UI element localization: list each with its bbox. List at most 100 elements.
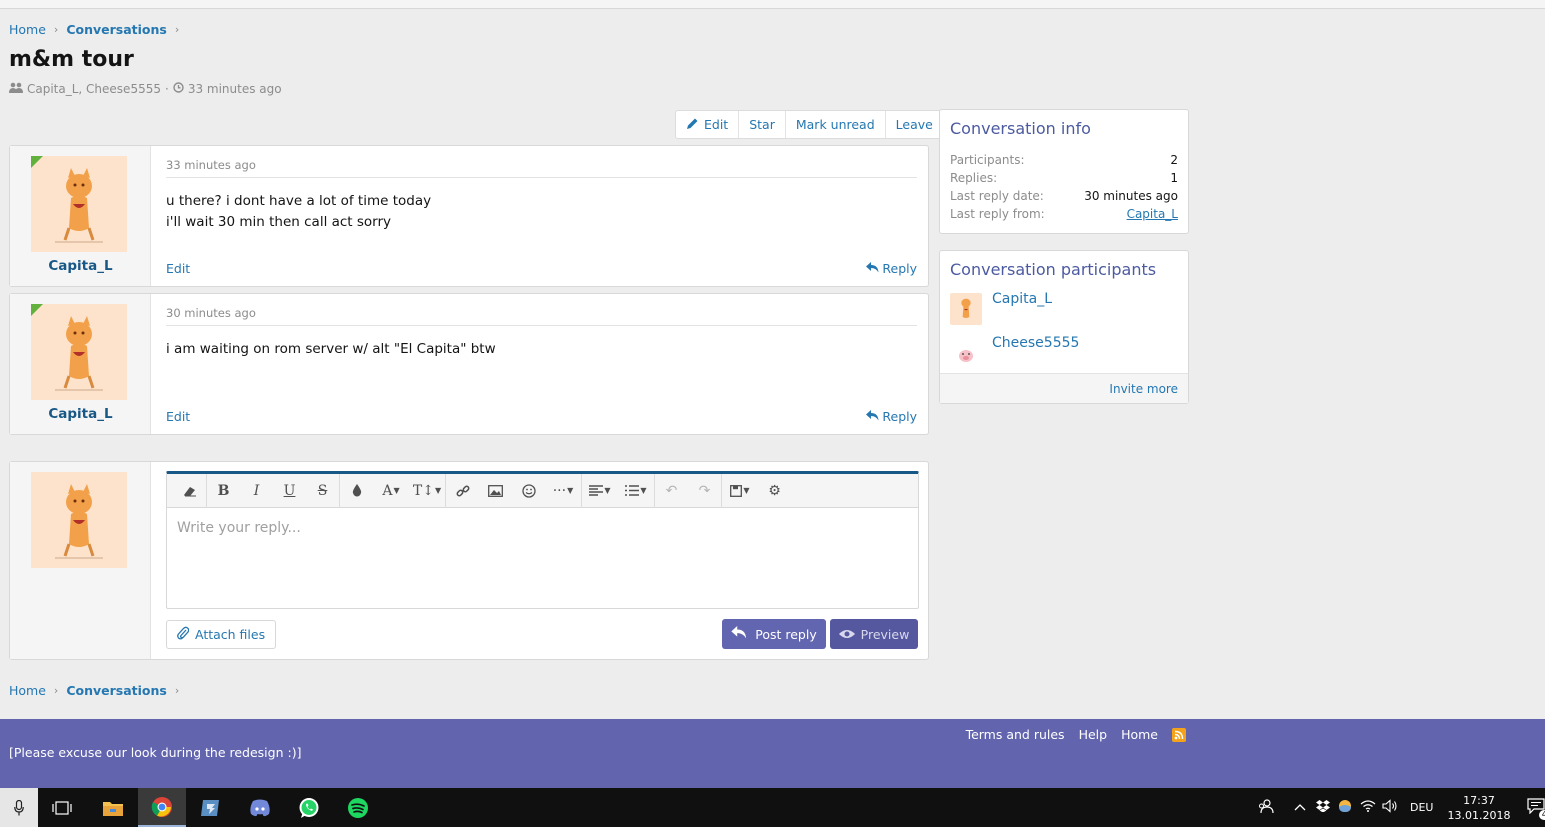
chevron-right-icon: › xyxy=(174,684,180,697)
chevron-right-icon: › xyxy=(53,23,59,36)
footer-help-link[interactable]: Help xyxy=(1079,727,1108,742)
task-view-icon[interactable] xyxy=(38,788,86,827)
message-text: i am waiting on rom server w/ alt "El Ca… xyxy=(166,341,496,357)
app-icon[interactable] xyxy=(187,788,235,827)
message-edit-link[interactable]: Edit xyxy=(166,261,190,276)
info-row-replies: Replies: 1 xyxy=(950,171,1178,185)
footer-note: [Please excuse our look during the redes… xyxy=(9,745,302,760)
message-reply-link[interactable]: Reply xyxy=(866,409,917,424)
font-family-icon[interactable]: A ▼ xyxy=(373,474,409,508)
info-row-participants: Participants: 2 xyxy=(950,153,1178,167)
reply-input[interactable]: Write your reply... xyxy=(177,520,301,536)
image-icon[interactable] xyxy=(479,474,512,508)
breadcrumb-home[interactable]: Home xyxy=(9,683,46,698)
bold-icon[interactable]: B xyxy=(207,474,240,508)
reply-icon xyxy=(866,261,879,276)
conversation-info-block: Conversation info Participants: 2 Replies… xyxy=(939,109,1189,234)
message-user-cell: Capita_L xyxy=(10,294,151,434)
site-footer: Terms and rules Help Home [Please excuse… xyxy=(0,719,1545,788)
leave-button[interactable]: Leave xyxy=(884,111,943,138)
notification-count: 4 xyxy=(1538,810,1545,820)
users-icon xyxy=(9,82,23,96)
paperclip-icon xyxy=(177,626,190,643)
color-drop-icon[interactable] xyxy=(340,474,373,508)
participant-item[interactable]: Capita_L xyxy=(940,291,1188,337)
post-reply-button[interactable]: Post reply xyxy=(722,619,826,649)
message-text: u there? i dont have a lot of time today… xyxy=(166,193,432,230)
clock[interactable]: 17:37 13.01.2018 xyxy=(1447,793,1510,823)
link-icon[interactable] xyxy=(446,474,479,508)
font-size-icon[interactable]: T↕ ▼ xyxy=(409,474,445,508)
list-icon[interactable]: ▼ xyxy=(618,474,654,508)
eye-icon xyxy=(838,627,855,642)
conversation-actions: Edit Star Mark unread Leave xyxy=(675,110,944,139)
strikethrough-icon[interactable]: S xyxy=(306,474,339,508)
breadcrumb-conversations[interactable]: Conversations xyxy=(66,683,167,698)
attach-files-button[interactable]: Attach files xyxy=(166,620,277,649)
clock-time: 17:37 xyxy=(1463,793,1495,807)
rss-icon[interactable] xyxy=(1172,727,1186,742)
message-1: Capita_L 33 minutes ago u there? i dont … xyxy=(9,145,929,287)
breadcrumb-home[interactable]: Home xyxy=(9,22,46,37)
footer-terms-link[interactable]: Terms and rules xyxy=(966,727,1065,742)
eraser-icon[interactable] xyxy=(173,474,206,508)
breadcrumb-conversations[interactable]: Conversations xyxy=(66,22,167,37)
message-author[interactable]: Capita_L xyxy=(10,258,151,274)
footer-links: Terms and rules Help Home xyxy=(966,727,1186,742)
participant-name[interactable]: Capita_L xyxy=(992,291,1052,307)
invite-more-link[interactable]: Invite more xyxy=(940,373,1188,403)
message-time[interactable]: 30 minutes ago xyxy=(166,306,917,326)
underline-icon[interactable]: U xyxy=(273,474,306,508)
save-draft-icon[interactable]: ▼ xyxy=(722,474,758,508)
quick-reply: B I U S A ▼ T↕ ▼ ··· ▼ ▼ ▼ ↶ ↷ ▼ ⚙ Write yo… xyxy=(9,461,929,660)
message-edit-link[interactable]: Edit xyxy=(166,409,190,424)
breadcrumb: Home › Conversations › xyxy=(9,22,187,37)
gear-icon[interactable]: ⚙ xyxy=(758,474,791,508)
avatar[interactable] xyxy=(31,304,127,400)
undo-icon[interactable]: ↶ xyxy=(655,474,688,508)
spotify-icon[interactable] xyxy=(334,788,382,827)
italic-icon[interactable]: I xyxy=(240,474,273,508)
message-reply-link[interactable]: Reply xyxy=(866,261,917,276)
breadcrumb-bottom: Home › Conversations › xyxy=(9,683,187,698)
message-2: Capita_L 30 minutes ago i am waiting on … xyxy=(9,293,929,435)
footer-home-link[interactable]: Home xyxy=(1121,727,1158,742)
star-button[interactable]: Star xyxy=(738,111,785,138)
participants-title: Conversation participants xyxy=(950,260,1157,279)
avatar[interactable] xyxy=(950,337,982,369)
edit-button[interactable]: Edit xyxy=(676,111,738,138)
page-title: m&m tour xyxy=(9,47,134,72)
microphone-icon[interactable] xyxy=(0,788,38,827)
participants-line[interactable]: Capita_L, Cheese5555 xyxy=(27,82,161,96)
people-icon[interactable] xyxy=(1258,798,1274,817)
smiley-icon[interactable] xyxy=(512,474,545,508)
notification-center-icon[interactable]: 4 xyxy=(1527,798,1545,820)
mark-unread-button[interactable]: Mark unread xyxy=(784,111,885,138)
volume-icon[interactable] xyxy=(1382,799,1398,816)
browser-top-edge xyxy=(0,0,1545,9)
chevron-right-icon: › xyxy=(174,23,180,36)
avatar[interactable] xyxy=(31,472,127,568)
discord-icon[interactable] xyxy=(236,788,284,827)
whatsapp-icon[interactable] xyxy=(285,788,333,827)
wifi-icon[interactable] xyxy=(1360,800,1376,815)
participant-name[interactable]: Cheese5555 xyxy=(992,335,1079,351)
dropbox-icon[interactable] xyxy=(1316,800,1330,815)
align-icon[interactable]: ▼ xyxy=(582,474,618,508)
weather-icon[interactable] xyxy=(1338,799,1352,816)
chrome-icon[interactable] xyxy=(138,788,186,827)
redo-icon[interactable]: ↷ xyxy=(688,474,721,508)
more-options-icon[interactable]: ··· ▼ xyxy=(545,474,581,508)
online-indicator xyxy=(31,304,43,316)
chevron-up-icon[interactable] xyxy=(1294,801,1306,814)
file-explorer-icon[interactable] xyxy=(89,788,137,827)
reply-icon xyxy=(731,626,747,642)
avatar[interactable] xyxy=(950,293,982,325)
preview-button[interactable]: Preview xyxy=(830,619,918,649)
avatar[interactable] xyxy=(31,156,127,252)
editor-toolbar: B I U S A ▼ T↕ ▼ ··· ▼ ▼ ▼ ↶ ↷ ▼ ⚙ xyxy=(167,473,918,508)
conversation-meta: Capita_L, Cheese5555 · 33 minutes ago xyxy=(9,82,282,96)
message-author[interactable]: Capita_L xyxy=(10,406,151,422)
message-time[interactable]: 33 minutes ago xyxy=(166,158,917,178)
language-indicator[interactable]: DEU xyxy=(1410,801,1433,814)
